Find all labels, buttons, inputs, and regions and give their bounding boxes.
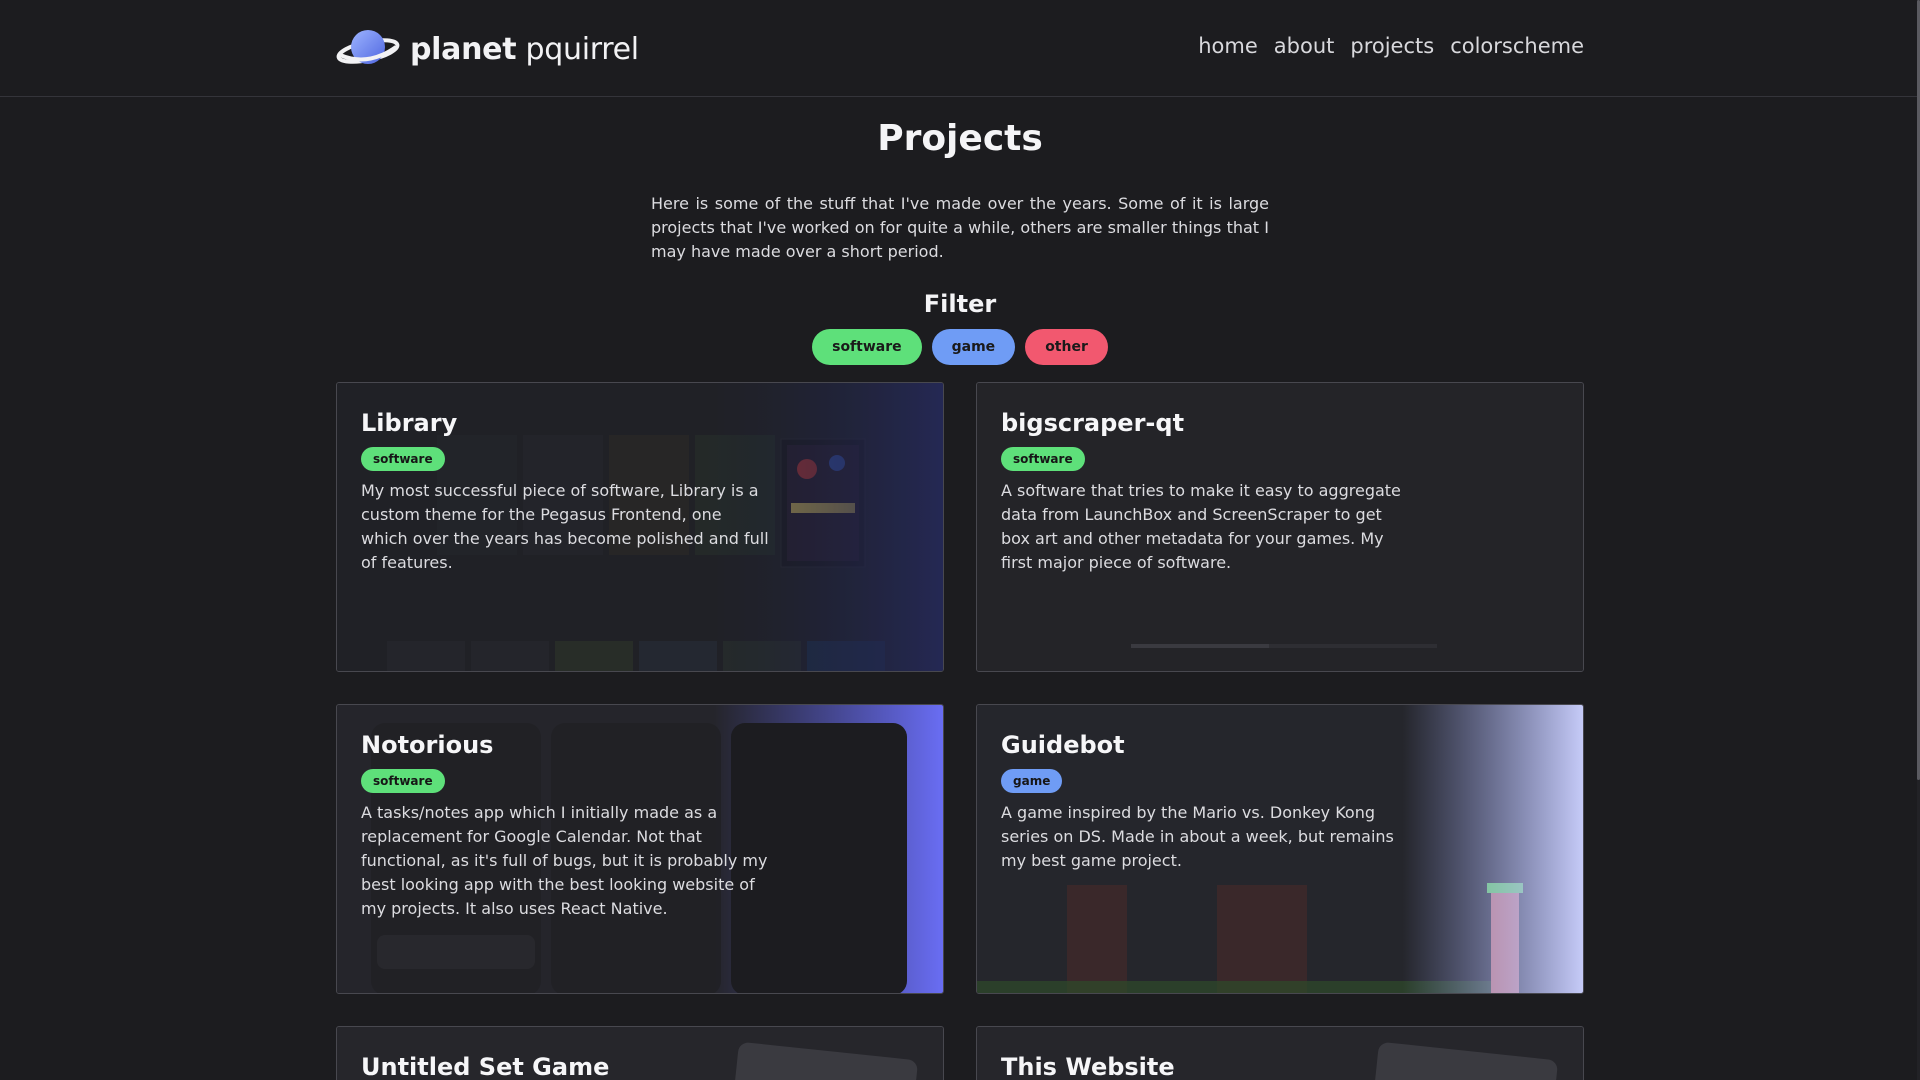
project-tag: software xyxy=(1001,447,1085,471)
project-description: A game inspired by the Mario vs. Donkey … xyxy=(1001,803,1394,870)
filter-heading: Filter xyxy=(923,290,997,318)
project-card-library[interactable]: Library software My most successful piec… xyxy=(336,382,944,672)
filter-other-button[interactable]: other xyxy=(1025,329,1108,365)
project-title: Untitled Set Game xyxy=(361,1053,610,1080)
project-tag: game xyxy=(1001,769,1063,793)
project-tag: software xyxy=(361,769,445,793)
project-title: Notorious xyxy=(361,731,494,759)
project-card-bigscraper-qt[interactable]: bigscraper-qt software A software that t… xyxy=(976,382,1584,672)
nav-colorscheme[interactable]: colorscheme xyxy=(1450,34,1584,58)
project-tag: software xyxy=(361,447,445,471)
project-card-this-website[interactable]: This Website xyxy=(976,1026,1584,1080)
nav-about[interactable]: about xyxy=(1274,34,1335,58)
project-title: Guidebot xyxy=(1001,731,1125,759)
project-description: A tasks/notes app which I initially made… xyxy=(361,803,768,918)
project-description: My most successful piece of software, Li… xyxy=(361,481,769,572)
nav-projects[interactable]: projects xyxy=(1350,34,1434,58)
main-nav: home about projects colorscheme xyxy=(1198,34,1584,58)
project-title: Library xyxy=(361,409,458,437)
filter-software-button[interactable]: software xyxy=(812,329,922,365)
site-logo[interactable]: planet pquirrel xyxy=(336,26,639,72)
planet-icon xyxy=(336,30,400,64)
project-card-notorious[interactable]: Notorious software A tasks/notes app whi… xyxy=(336,704,944,994)
project-title: bigscraper-qt xyxy=(1001,409,1185,437)
project-description: A software that tries to make it easy to… xyxy=(1001,481,1401,572)
filter-bar: software game other xyxy=(0,329,1920,365)
site-header: planet pquirrel home about projects colo… xyxy=(0,0,1917,97)
filter-game-button[interactable]: game xyxy=(931,329,1016,365)
project-card-untitled-set-game[interactable]: Untitled Set Game xyxy=(336,1026,944,1080)
site-name: planet pquirrel xyxy=(410,31,639,67)
project-title: This Website xyxy=(1001,1053,1175,1080)
page-title: Projects xyxy=(877,118,1043,159)
nav-home[interactable]: home xyxy=(1198,34,1258,58)
intro-text: Here is some of the stuff that I've made… xyxy=(651,194,1269,261)
project-card-guidebot[interactable]: Guidebot game A game inspired by the Mar… xyxy=(976,704,1584,994)
